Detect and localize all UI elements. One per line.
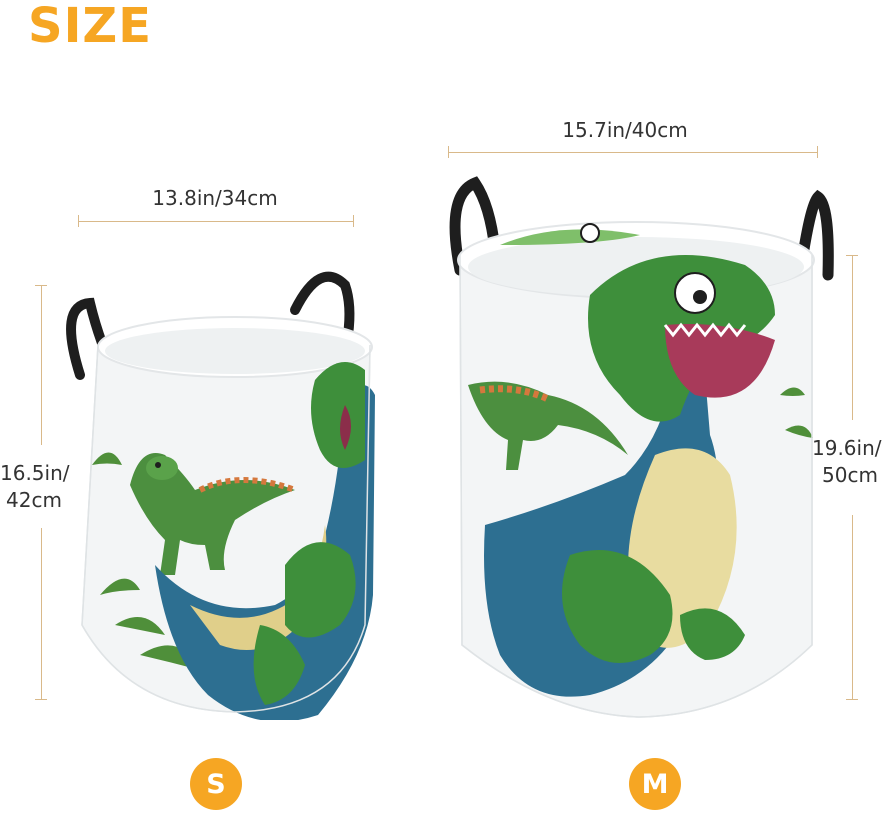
size-badge-small: S <box>190 758 242 810</box>
basket-medium-image <box>449 176 834 718</box>
medium-height-line-bottom <box>846 515 858 700</box>
basket-small-image <box>66 271 375 720</box>
small-height-line-top <box>35 285 47 445</box>
small-height-line-bottom <box>35 528 47 700</box>
page-title: SIZE <box>28 0 153 54</box>
small-width-line <box>78 215 354 227</box>
small-width-label: 13.8in/34cm <box>152 186 278 210</box>
medium-height-line-top <box>846 255 858 420</box>
medium-width-line <box>448 146 818 158</box>
size-badge-medium: M <box>629 758 681 810</box>
medium-width-label: 15.7in/40cm <box>562 118 688 142</box>
